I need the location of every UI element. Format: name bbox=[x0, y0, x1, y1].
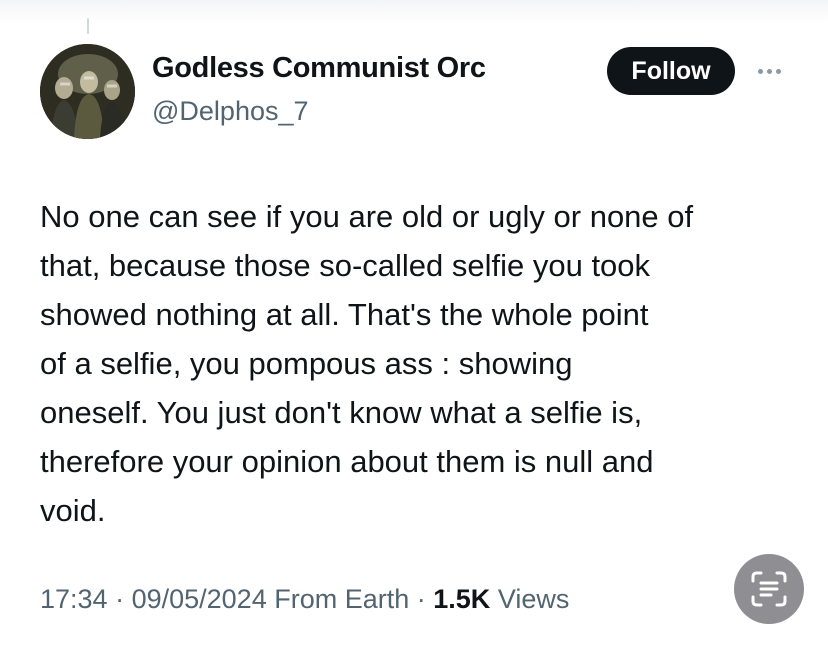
tweet-date[interactable]: 09/05/2024 bbox=[132, 584, 267, 614]
tweet-text: No one can see if you are old or ugly or… bbox=[40, 192, 800, 535]
author-display-name[interactable]: Godless Communist Orc bbox=[152, 52, 486, 85]
tweet-line: of a selfie, you pompous ass : showing bbox=[40, 346, 573, 381]
avatar-image bbox=[40, 44, 135, 139]
top-fade bbox=[0, 0, 828, 22]
meta-separator: · bbox=[107, 584, 132, 614]
meta-separator: · bbox=[409, 584, 434, 614]
tweet-line: void. bbox=[40, 493, 106, 528]
profile-avatar[interactable] bbox=[40, 44, 135, 139]
dot bbox=[757, 68, 763, 74]
tweet-line: No one can see if you are old or ugly or… bbox=[40, 199, 694, 234]
tweet-line: that, because those so-called selfie you… bbox=[40, 248, 651, 283]
author-handle[interactable]: @Delphos_7 bbox=[152, 96, 309, 127]
tweet-line: therefore your opinion about them is nul… bbox=[40, 444, 654, 479]
views-count[interactable]: 1.5K bbox=[433, 584, 490, 614]
more-dots-icon[interactable] bbox=[752, 58, 786, 84]
tweet-meta: 17:34 · 09/05/2024 From Earth · 1.5K Vie… bbox=[40, 584, 569, 615]
follow-button[interactable]: Follow bbox=[607, 47, 735, 95]
text-scan-glyph bbox=[751, 571, 787, 607]
tweet-line: showed nothing at all. That's the whole … bbox=[40, 297, 649, 332]
tweet-time[interactable]: 17:34 bbox=[40, 584, 108, 614]
thread-line bbox=[87, 18, 89, 34]
text-scan-icon[interactable] bbox=[734, 554, 804, 624]
dot bbox=[766, 68, 772, 74]
tweet-location: From Earth bbox=[274, 584, 410, 614]
tweet-line: oneself. You just don't know what a self… bbox=[40, 395, 643, 430]
dot bbox=[775, 68, 781, 74]
views-label[interactable]: Views bbox=[498, 584, 570, 614]
